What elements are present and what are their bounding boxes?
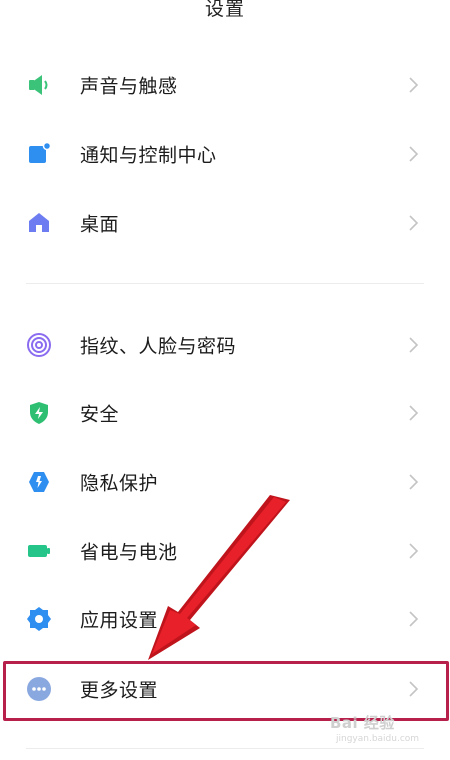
watermark-logo: Bai 经验 [330,714,395,732]
watermark-url: jingyan.baidu.com [336,734,420,744]
gear-icon [26,606,52,632]
chevron-right-icon [409,405,419,421]
fingerprint-icon [26,332,52,358]
settings-item-label: 应用设置 [80,609,159,632]
chevron-right-icon [409,543,419,559]
settings-item-app-settings[interactable]: 应用设置 [0,591,450,647]
section-divider [26,283,424,284]
section-divider [26,748,424,749]
chevron-right-icon [409,337,419,353]
settings-item-label: 桌面 [80,213,120,236]
shield-icon [26,400,52,426]
chevron-right-icon [409,611,419,627]
notification-icon [26,141,52,167]
settings-item-label: 隐私保护 [80,472,159,495]
settings-item-sound[interactable]: 声音与触感 [0,57,450,113]
chevron-right-icon [409,474,419,490]
speaker-icon [26,72,52,98]
settings-screen: 设置 声音与触感 通知与控制中心 桌面 指纹、人脸与密码 安全 隐私保护 省电与… [0,0,450,760]
chevron-right-icon [409,77,419,93]
settings-item-label: 安全 [80,403,120,426]
settings-item-label: 通知与控制中心 [80,144,217,167]
settings-item-label: 省电与电池 [80,541,178,564]
settings-item-security[interactable]: 安全 [0,385,450,441]
battery-icon [26,538,52,564]
settings-item-desktop[interactable]: 桌面 [0,195,450,251]
settings-item-fingerprint[interactable]: 指纹、人脸与密码 [0,317,450,373]
chevron-right-icon [409,215,419,231]
privacy-icon [26,469,52,495]
settings-item-label: 指纹、人脸与密码 [80,335,237,358]
page-title: 设置 [204,0,245,20]
settings-item-label: 声音与触感 [80,75,178,98]
settings-item-battery[interactable]: 省电与电池 [0,523,450,579]
settings-item-privacy[interactable]: 隐私保护 [0,454,450,510]
chevron-right-icon [409,146,419,162]
settings-item-notifications[interactable]: 通知与控制中心 [0,126,450,182]
home-icon [26,210,52,236]
